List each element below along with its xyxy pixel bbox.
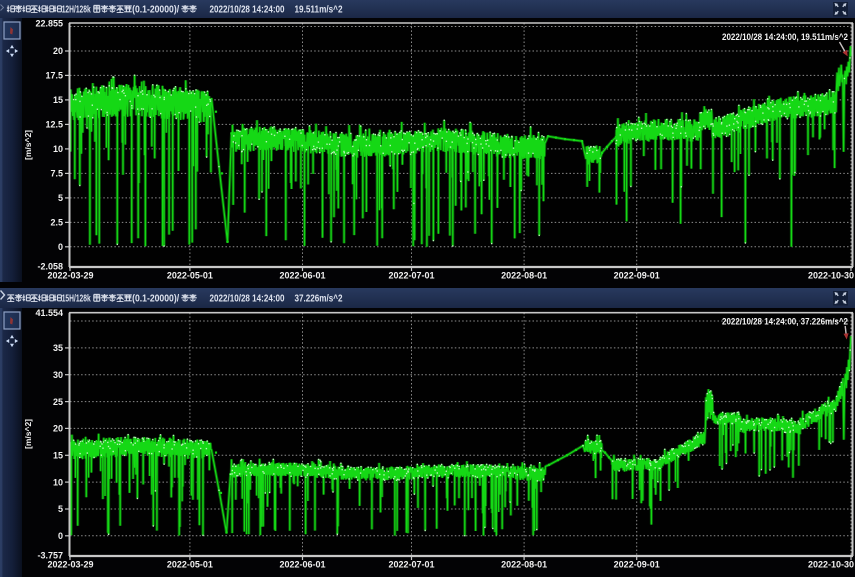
svg-text:41.554: 41.554 — [35, 308, 63, 318]
svg-text:35: 35 — [53, 343, 63, 353]
svg-text:2022/10/28 14:24:00: 2022/10/28 14:24:00 — [210, 4, 285, 15]
svg-text:2022-06-01: 2022-06-01 — [279, 271, 325, 281]
svg-text:17.5: 17.5 — [45, 71, 63, 81]
svg-text:12.5: 12.5 — [45, 120, 63, 130]
svg-text:2022/10/28 14:24:00: 2022/10/28 14:24:00 — [210, 293, 285, 304]
svg-text:2022-03-29: 2022-03-29 — [47, 271, 93, 281]
svg-text:7.5: 7.5 — [50, 169, 63, 179]
svg-text:(0.1-20000)/: (0.1-20000)/ — [132, 293, 179, 304]
svg-text:30: 30 — [53, 370, 63, 380]
svg-text:5: 5 — [58, 504, 63, 514]
svg-text:0: 0 — [58, 242, 63, 252]
svg-text:15: 15 — [53, 451, 63, 461]
svg-text:2022-07-01: 2022-07-01 — [388, 271, 434, 281]
svg-text:12H/128k: 12H/128k — [62, 4, 91, 15]
svg-text:2022/10/28 14:24:00, 19.511m/s: 2022/10/28 14:24:00, 19.511m/s^2 — [722, 32, 848, 42]
svg-text:2022-08-01: 2022-08-01 — [501, 271, 547, 281]
svg-text:2022/10/28 14:24:00, 37.226m/s: 2022/10/28 14:24:00, 37.226m/s^2 — [722, 317, 848, 327]
svg-text:[m/s^2]: [m/s^2] — [23, 130, 33, 160]
svg-text:37.226m/s^2: 37.226m/s^2 — [295, 293, 343, 304]
svg-text:2022-06-01: 2022-06-01 — [279, 560, 325, 570]
svg-text:22.855: 22.855 — [35, 19, 63, 29]
svg-text:(0.1-20000)/: (0.1-20000)/ — [132, 4, 179, 15]
svg-text:15: 15 — [53, 95, 63, 105]
svg-text:2022-05-01: 2022-05-01 — [167, 271, 213, 281]
svg-text:[m/s^2]: [m/s^2] — [23, 419, 33, 449]
svg-text:15H/128k: 15H/128k — [62, 293, 91, 304]
svg-text:20: 20 — [53, 46, 63, 56]
svg-text:2.5: 2.5 — [50, 218, 63, 228]
svg-text:25: 25 — [53, 397, 63, 407]
svg-text:10: 10 — [53, 477, 63, 487]
svg-text:10: 10 — [53, 144, 63, 154]
svg-text:20: 20 — [53, 424, 63, 434]
svg-text:2022-10-30: 2022-10-30 — [808, 271, 854, 281]
svg-text:0: 0 — [58, 531, 63, 541]
svg-text:5: 5 — [58, 193, 63, 203]
svg-text:2022-03-29: 2022-03-29 — [47, 560, 93, 570]
svg-text:2022-09-01: 2022-09-01 — [614, 271, 660, 281]
svg-text:2022-05-01: 2022-05-01 — [167, 560, 213, 570]
svg-text:2022-07-01: 2022-07-01 — [388, 560, 434, 570]
svg-text:2022-08-01: 2022-08-01 — [501, 560, 547, 570]
svg-text:2022-10-30: 2022-10-30 — [808, 560, 854, 570]
svg-text:19.511m/s^2: 19.511m/s^2 — [295, 4, 343, 15]
svg-text:2022-09-01: 2022-09-01 — [614, 560, 660, 570]
